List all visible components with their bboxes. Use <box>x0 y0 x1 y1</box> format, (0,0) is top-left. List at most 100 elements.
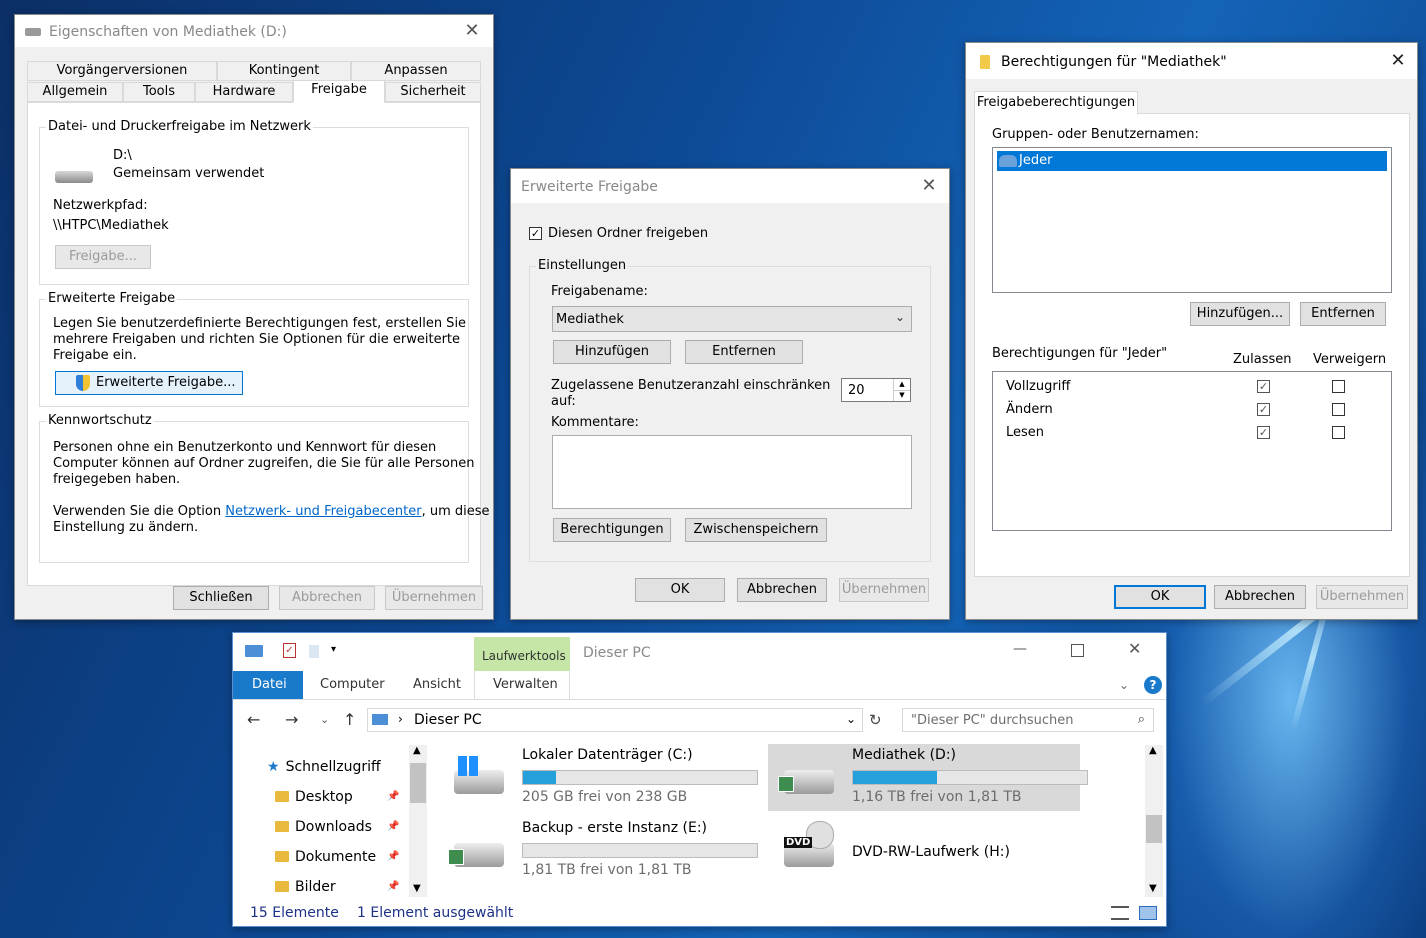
sidebar-item-label: Downloads <box>295 819 372 835</box>
tab-label: Verwalten <box>493 677 558 692</box>
scroll-thumb[interactable] <box>1146 815 1162 843</box>
user-limit-spinner[interactable]: 20 ▲ ▼ <box>841 378 911 402</box>
help-icon[interactable]: ? <box>1144 676 1162 694</box>
tab-freigabe[interactable]: Freigabe <box>293 80 385 103</box>
pin-icon: 📌 <box>387 821 400 832</box>
tab-view[interactable]: Ansicht <box>413 677 461 692</box>
allow-checkbox[interactable]: ✓ <box>1257 380 1270 393</box>
apply-button[interactable]: Übernehmen <box>839 578 929 602</box>
tab-hardware[interactable]: Hardware <box>195 82 293 102</box>
pw-text-line5: Einstellung zu ändern. <box>53 520 199 535</box>
cancel-button[interactable]: Abbrechen <box>1214 585 1306 609</box>
sidebar-item[interactable]: ★ Schnellzugriff <box>267 759 381 775</box>
drive-tile[interactable]: Mediathek (D:) 1,16 TB frei von 1,81 TB <box>768 744 1088 811</box>
ok-button[interactable]: OK <box>635 578 725 602</box>
search-input[interactable]: "Dieser PC" durchsuchen ⌕ <box>902 708 1154 732</box>
permissions-button[interactable]: Berechtigungen <box>553 518 671 542</box>
tab-kontingent[interactable]: Kontingent <box>217 61 351 81</box>
share-name-label: Freigabename: <box>551 284 648 299</box>
tab-computer[interactable]: Computer <box>320 677 385 692</box>
ribbon-expand-icon[interactable]: ⌄ <box>1119 678 1129 692</box>
chevron-down-icon[interactable]: ⌄ <box>846 712 856 726</box>
close-icon[interactable]: ✕ <box>915 174 943 198</box>
drive-free-space: 1,16 TB frei von 1,81 TB <box>852 789 1022 805</box>
context-tab-header: Laufwerktools <box>474 637 570 671</box>
maximize-icon[interactable] <box>1071 644 1084 657</box>
tab-share-permissions[interactable]: Freigabeberechtigungen <box>974 91 1138 115</box>
computer-icon <box>245 645 263 657</box>
allow-checkbox[interactable]: ✓ <box>1257 403 1270 416</box>
tab-label: Vorgängerversionen <box>56 63 188 78</box>
up-icon[interactable]: ↑ <box>343 710 356 729</box>
caching-button[interactable]: Zwischenspeichern <box>685 518 827 542</box>
permission-name: Lesen <box>1006 425 1045 440</box>
address-bar[interactable]: › Dieser PC ⌄ <box>367 708 863 732</box>
share-folder-label: Diesen Ordner freigeben <box>548 226 709 241</box>
advanced-share-button[interactable]: Erweiterte Freigabe... <box>55 371 243 395</box>
deny-checkbox[interactable] <box>1332 426 1345 439</box>
details-view-icon[interactable] <box>1111 906 1129 920</box>
sidebar-item-label: Desktop <box>295 789 353 805</box>
permissions-titlebar: Berechtigungen für "Mediathek" ✕ <box>966 43 1417 79</box>
minimize-icon[interactable]: — <box>1013 641 1027 657</box>
sidebar-item[interactable]: Bilder <box>275 879 336 895</box>
scroll-up-icon[interactable]: ▲ <box>413 745 421 756</box>
list-item[interactable]: Jeder <box>997 151 1387 171</box>
nav-scrollbar[interactable]: ▲ ▼ <box>409 745 427 897</box>
tab-manage[interactable]: Verwalten <box>474 671 570 699</box>
deny-checkbox[interactable] <box>1332 380 1345 393</box>
drive-tile[interactable]: Lokaler Datenträger (C:) 205 GB frei von … <box>438 744 758 811</box>
new-folder-icon[interactable] <box>309 645 319 658</box>
remove-share-button[interactable]: Entfernen <box>685 340 803 364</box>
scroll-down-icon[interactable]: ▼ <box>1149 883 1157 894</box>
back-icon[interactable]: ← <box>247 710 260 729</box>
deny-checkbox[interactable] <box>1332 403 1345 416</box>
content-scrollbar[interactable]: ▲ ▼ <box>1145 745 1163 897</box>
add-share-button[interactable]: Hinzufügen <box>553 340 671 364</box>
remove-user-button[interactable]: Entfernen <box>1300 302 1386 326</box>
add-user-button[interactable]: Hinzufügen... <box>1190 302 1290 326</box>
sidebar-item[interactable]: Desktop <box>275 789 353 805</box>
address-text: Dieser PC <box>414 712 482 728</box>
share-button[interactable]: Freigabe... <box>55 245 151 269</box>
group-label: Einstellungen <box>536 258 629 273</box>
ok-button[interactable]: OK <box>1114 585 1206 609</box>
comments-textarea[interactable] <box>552 435 912 509</box>
sidebar-item[interactable]: Dokumente <box>275 849 376 865</box>
window-title: Eigenschaften von Mediathek (D:) <box>49 24 287 40</box>
share-folder-checkbox[interactable]: ✓ <box>529 227 542 240</box>
tiles-view-icon[interactable] <box>1139 906 1157 920</box>
close-icon[interactable]: ✕ <box>458 19 486 43</box>
permissions-list <box>992 371 1392 531</box>
network-center-link[interactable]: Netzwerk- und Freigabecenter <box>225 504 421 519</box>
tab-allgemein[interactable]: Allgemein <box>27 82 123 102</box>
sidebar-item[interactable]: Downloads <box>275 819 372 835</box>
tab-sicherheit[interactable]: Sicherheit <box>385 82 481 102</box>
forward-icon[interactable]: → <box>285 710 298 729</box>
scroll-thumb[interactable] <box>410 763 426 803</box>
recent-locations-icon[interactable]: ⌄ <box>320 713 329 726</box>
drive-tile[interactable]: Backup - erste Instanz (E:) 1,81 TB frei … <box>438 817 758 884</box>
close-icon[interactable]: ✕ <box>1128 639 1141 658</box>
properties-icon[interactable]: ✓ <box>283 643 296 658</box>
tab-anpassen[interactable]: Anpassen <box>351 61 481 81</box>
drive-tile[interactable]: DVD DVD-RW-Laufwerk (H:) <box>768 817 1080 884</box>
advanced-sharing-titlebar: Erweiterte Freigabe ✕ <box>511 169 949 203</box>
spin-down-icon[interactable]: ▼ <box>893 390 910 401</box>
scroll-up-icon[interactable]: ▲ <box>1149 745 1157 756</box>
drive-name: DVD-RW-Laufwerk (H:) <box>852 844 1010 860</box>
share-name-select[interactable]: Mediathek ⌄ <box>552 306 912 332</box>
apply-button[interactable]: Übernehmen <box>385 586 483 610</box>
close-icon[interactable]: ✕ <box>1384 49 1412 73</box>
close-button[interactable]: Schließen <box>173 586 269 610</box>
tab-file[interactable]: Datei <box>233 671 303 699</box>
allow-checkbox[interactable]: ✓ <box>1257 426 1270 439</box>
apply-button[interactable]: Übernehmen <box>1316 585 1408 609</box>
refresh-icon[interactable]: ↻ <box>869 711 882 729</box>
scroll-down-icon[interactable]: ▼ <box>413 883 421 894</box>
tab-vorgaengerversionen[interactable]: Vorgängerversionen <box>27 61 217 81</box>
cancel-button[interactable]: Abbrechen <box>279 586 375 610</box>
cancel-button[interactable]: Abbrechen <box>737 578 827 602</box>
tab-tools[interactable]: Tools <box>123 82 195 102</box>
qat-dropdown-icon[interactable]: ▾ <box>331 644 336 655</box>
